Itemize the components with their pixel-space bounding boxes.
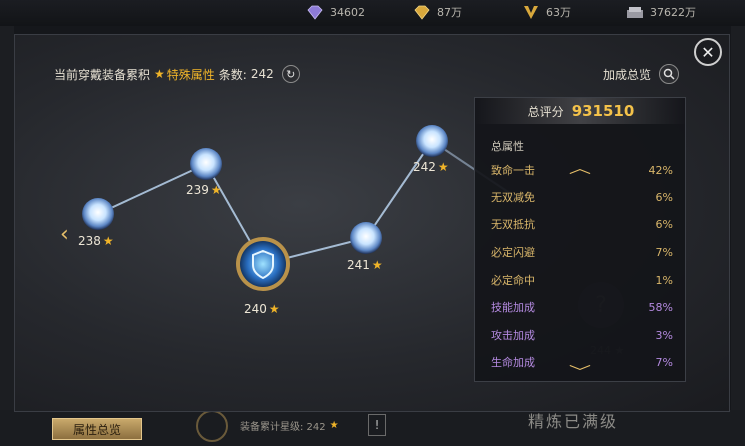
node-239[interactable] [190, 148, 222, 180]
attribute-name: 无双减免 [491, 191, 535, 204]
node-238-value: 238 [78, 234, 101, 248]
star-icon: ★ [437, 160, 449, 174]
attribute-name: 无双抵抗 [491, 218, 535, 231]
attribute-value: 7% [655, 355, 673, 369]
attribute-row: 攻击加成 3% [491, 325, 673, 345]
attribute-title: 总属性 [491, 140, 524, 153]
attribute-value: 6% [655, 217, 673, 231]
star-icon: ★ [102, 234, 114, 248]
attribute-row: 必定命中 1% [491, 270, 673, 290]
star-icon: ★ [268, 302, 280, 316]
previous-page-arrow[interactable]: ‹ [60, 222, 69, 247]
node-241-label: 241 ★ [347, 258, 383, 272]
attribute-row: 无双减免 6% [491, 187, 673, 207]
chevron-left-icon: ‹ [60, 222, 69, 247]
node-242-value: 242 [413, 160, 436, 174]
node-241-value: 241 [347, 258, 370, 272]
attribute-value: 3% [655, 328, 673, 342]
attribute-value: 1% [655, 273, 673, 287]
attribute-name: 致命一击 [491, 164, 535, 177]
attribute-value: 7% [655, 245, 673, 259]
attribute-row: 必定闪避 7% [491, 242, 673, 262]
node-239-label: 239 ★ [186, 183, 222, 197]
node-238-label: 238 ★ [78, 234, 114, 248]
attribute-name: 生命加成 [491, 356, 535, 369]
attribute-value: 58% [648, 300, 673, 314]
attribute-name: 技能加成 [491, 301, 535, 314]
total-score-value: 931510 [571, 102, 635, 120]
node-239-value: 239 [186, 183, 209, 197]
attribute-name: 必定命中 [491, 274, 535, 287]
star-icon: ★ [210, 183, 222, 197]
node-238[interactable] [82, 198, 114, 230]
node-240-label: 240 ★ [244, 302, 280, 316]
node-242-label: 242 ★ [413, 160, 449, 174]
node-241[interactable] [350, 222, 382, 254]
chevron-down-icon[interactable]: ﹀ [569, 362, 591, 382]
attribute-value: 6% [655, 190, 673, 204]
attribute-name: 攻击加成 [491, 329, 535, 342]
node-240[interactable] [240, 241, 286, 287]
attribute-row: 无双抵抗 6% [491, 214, 673, 234]
total-score-label: 总评分 [527, 104, 564, 119]
node-links [97, 140, 521, 265]
node-242[interactable] [416, 125, 448, 157]
star-icon: ★ [371, 258, 383, 272]
attribute-value: 42% [648, 163, 673, 177]
node-240-value: 240 [244, 302, 267, 316]
attribute-panel: 总评分 931510 总属性 ︿ 致命一击 42% 无双减免 6% 无双抵抗 6… [474, 97, 687, 382]
attribute-row: 致命一击 42% [491, 160, 673, 180]
total-score-row: 总评分 931510 [475, 98, 687, 124]
attribute-row: 技能加成 58% [491, 297, 673, 317]
attribute-name: 必定闪避 [491, 246, 535, 259]
